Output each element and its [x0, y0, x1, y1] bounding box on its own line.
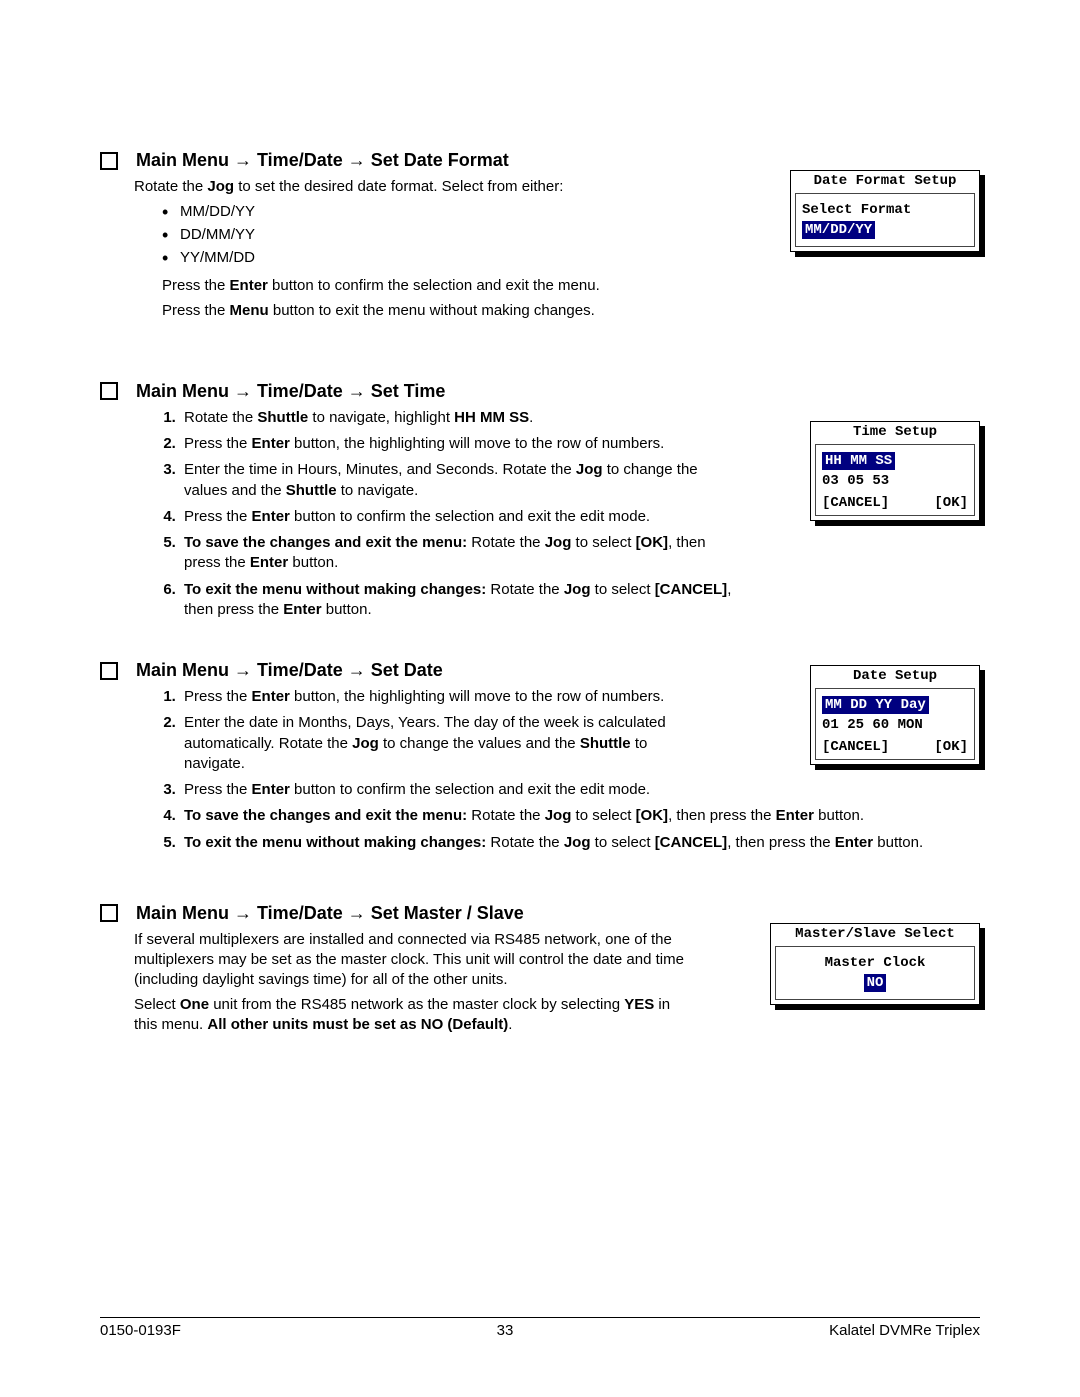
section-set-date: Main Menu → Time/Date → Set Date Press t… [100, 660, 980, 853]
ui-selected-value: NO [782, 975, 968, 991]
paragraph: Rotate the Jog to set the desired date f… [134, 177, 694, 197]
ui-title: Date Format Setup [791, 173, 979, 189]
ui-ok: [OK] [934, 495, 968, 511]
arrow-icon: → [343, 903, 371, 923]
list-item: To exit the menu without making changes:… [180, 580, 744, 621]
ui-selected-value: MM/DD/YY [802, 222, 968, 238]
section-set-master-slave: Main Menu → Time/Date → Set Master / Sla… [100, 903, 980, 1035]
breadcrumb-part: Time/Date [257, 150, 343, 170]
breadcrumb-part: Time/Date [257, 660, 343, 680]
paragraph: Press the Enter button to confirm the se… [162, 276, 694, 296]
list-item: Press the Enter button, the highlighting… [180, 434, 744, 454]
breadcrumb-part: Main Menu [136, 150, 229, 170]
arrow-icon: → [229, 903, 257, 923]
ui-time-setup: Time Setup HH MM SS 03 05 53 [CANCEL] [O… [810, 421, 980, 521]
list-item: Enter the time in Hours, Minutes, and Se… [180, 460, 744, 501]
ui-cancel: [CANCEL] [822, 739, 889, 755]
breadcrumb-part: Set Time [371, 381, 446, 401]
ui-title: Date Setup [811, 668, 979, 684]
checkbox-icon [100, 152, 118, 170]
checkbox-icon [100, 904, 118, 922]
section-set-time: Main Menu → Time/Date → Set Time Rotate … [100, 381, 980, 620]
section-set-date-format: Main Menu → Time/Date → Set Date Format … [100, 150, 980, 321]
ui-header-row: HH MM SS [822, 453, 968, 469]
paragraph: Press the Menu button to exit the menu w… [162, 301, 694, 321]
footer-left: 0150-0193F [100, 1322, 181, 1339]
list-item: To exit the menu without making changes:… [180, 833, 980, 853]
arrow-icon: → [229, 660, 257, 680]
format-options: MM/DD/YY DD/MM/YY YY/MM/DD [134, 203, 694, 266]
paragraph: If several multiplexers are installed an… [134, 930, 694, 991]
ui-label: Master Clock [782, 955, 968, 971]
arrow-icon: → [343, 381, 371, 401]
checkbox-icon [100, 662, 118, 680]
ui-header-row: MM DD YY Day [822, 697, 968, 713]
arrow-icon: → [343, 660, 371, 680]
ui-date-setup: Date Setup MM DD YY Day 01 25 60 MON [CA… [810, 665, 980, 765]
ui-value-row: 01 25 60 MON [822, 717, 968, 733]
heading: Main Menu → Time/Date → Set Date Format [100, 150, 980, 171]
breadcrumb-part: Time/Date [257, 903, 343, 923]
ui-label: Select Format [802, 202, 968, 218]
list-item: DD/MM/YY [162, 226, 694, 243]
breadcrumb-part: Main Menu [136, 381, 229, 401]
list-item: Enter the date in Months, Days, Years. T… [180, 713, 684, 774]
breadcrumb-part: Main Menu [136, 903, 229, 923]
footer-right: Kalatel DVMRe Triplex [829, 1322, 980, 1339]
breadcrumb-part: Time/Date [257, 381, 343, 401]
ui-ok: [OK] [934, 739, 968, 755]
paragraph: Select One unit from the RS485 network a… [134, 995, 694, 1036]
heading: Main Menu → Time/Date → Set Time [100, 381, 980, 402]
breadcrumb-part: Set Date [371, 660, 443, 680]
ui-title: Time Setup [811, 424, 979, 440]
checkbox-icon [100, 382, 118, 400]
arrow-icon: → [229, 150, 257, 170]
list-item: YY/MM/DD [162, 249, 694, 266]
ui-value-row: 03 05 53 [822, 473, 968, 489]
list-item: To save the changes and exit the menu: R… [180, 533, 744, 574]
ui-master-slave: Master/Slave Select Master Clock NO [770, 923, 980, 1005]
breadcrumb-part: Main Menu [136, 660, 229, 680]
list-item: Rotate the Shuttle to navigate, highligh… [180, 408, 744, 428]
footer-page-number: 33 [497, 1322, 514, 1339]
list-item: Press the Enter button to confirm the se… [180, 507, 744, 527]
list-item: Press the Enter button to confirm the se… [180, 780, 980, 800]
ui-cancel: [CANCEL] [822, 495, 889, 511]
page-footer: 0150-0193F 33 Kalatel DVMRe Triplex [100, 1317, 980, 1339]
list-item: To save the changes and exit the menu: R… [180, 806, 980, 826]
list-item: MM/DD/YY [162, 203, 694, 220]
heading: Main Menu → Time/Date → Set Master / Sla… [100, 903, 980, 924]
arrow-icon: → [229, 381, 257, 401]
breadcrumb-part: Set Master / Slave [371, 903, 524, 923]
arrow-icon: → [343, 150, 371, 170]
breadcrumb-part: Set Date Format [371, 150, 509, 170]
ui-title: Master/Slave Select [771, 926, 979, 942]
ui-date-format-setup: Date Format Setup Select Format MM/DD/YY [790, 170, 980, 252]
list-item: Press the Enter button, the highlighting… [180, 687, 684, 707]
